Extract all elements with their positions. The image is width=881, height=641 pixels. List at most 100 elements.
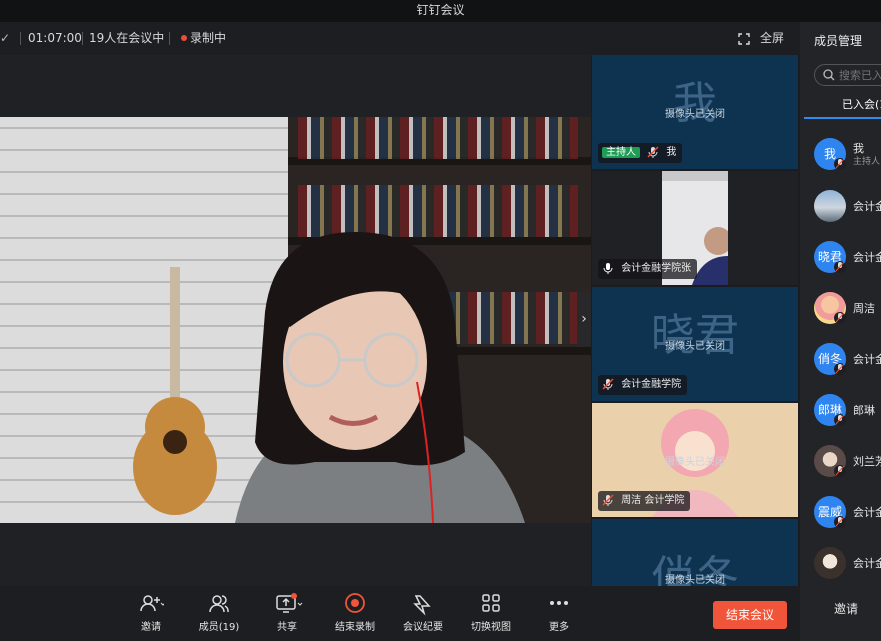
divider [82,32,83,45]
search-input[interactable] [839,67,881,83]
member-role: 主持人 [853,157,881,167]
camera-off-label: 摄像头已关闭 [665,575,725,586]
recording-dot-icon [181,35,187,41]
participant-tile[interactable]: 摄像头已关闭 周洁 会计学院 [592,403,798,517]
stop-recording-button[interactable]: 结束录制 [334,592,376,638]
member-name: 郎琳 [853,404,875,417]
mic-muted-icon [834,158,846,170]
minutes-button[interactable]: 会议纪要 [402,592,444,638]
main-speaker-video [0,117,591,523]
switch-view-label: 切换视图 [471,622,511,633]
member-name: 会计金融学院 [853,506,881,519]
member-name: 会计金融学院 [853,251,881,264]
invite-label: 邀请 [141,622,161,633]
host-badge: 主持人 [602,147,640,158]
camera-off-label: 摄像头已关闭 [665,109,725,120]
members-label: 成员(19) [198,622,240,633]
member-item[interactable]: 晓君 会计金融学院 [814,241,881,281]
members-button[interactable]: 成员(19) [198,592,240,638]
stop-recording-label: 结束录制 [335,622,375,633]
tile-name-bar: 周洁 会计学院 [598,491,691,511]
share-label: 共享 [277,622,297,633]
share-button[interactable]: 共享 [275,592,303,638]
fullscreen-icon[interactable] [738,33,750,45]
tile-name-bar: 主持人 我 [598,143,683,163]
meeting-duration: 01:07:00 [28,31,82,45]
main-stage [0,55,591,586]
members-icon [209,595,229,613]
participant-tile[interactable]: 晓君 摄像头已关闭 会计金融学院 [592,287,798,401]
avatar [814,547,846,579]
participant-tile[interactable]: 会计金融学院张 [592,171,798,285]
panel-invite-button[interactable]: 邀请 [834,600,858,617]
participant-name: 会计金融学院张 [621,263,692,274]
avatar [814,190,846,222]
add-user-icon [140,595,164,612]
participant-name: 会计金融学院 [621,379,682,390]
divider [20,32,21,45]
more-label: 更多 [549,622,569,633]
end-meeting-button[interactable]: 结束会议 [713,601,787,629]
share-screen-icon [276,593,303,613]
mic-muted-icon [834,414,846,426]
chevron-right-icon[interactable]: › [577,291,591,347]
meeting-info-bar: ✓ 01:07:00 19人在会议中 录制中 全屏 [0,22,800,55]
window-title-bar: 钉钉会议 [0,0,881,22]
window-title: 钉钉会议 [416,3,465,17]
tab-joined[interactable]: 已入会(19) [842,96,881,112]
stop-record-icon [345,593,365,613]
mic-muted-icon [834,312,846,324]
member-search[interactable] [814,64,881,86]
search-icon [823,69,835,81]
more-icon [550,601,568,605]
participant-tiles: 我 摄像头已关闭 主持人 我 会计金融学院张 晓君 摄像头已关闭 会计金融学院 … [592,55,798,586]
mic-muted-icon [834,363,846,375]
camera-off-label: 摄像头已关闭 [665,457,725,468]
panel-title: 成员管理 [814,34,863,48]
member-name: 刘兰芳 [853,455,881,468]
speaker-person-image [235,232,525,523]
member-management-panel: 成员管理 已入会(19) 我 我 主持人 会计金融学院 晓君 会计金融学院 周洁… [800,22,881,641]
participant-tile[interactable]: 我 摄像头已关闭 主持人 我 [592,55,798,169]
tile-background-text: 晓君 [651,310,739,361]
fullscreen-button[interactable]: 全屏 [760,22,784,55]
mic-muted-icon [834,465,846,477]
member-item[interactable]: 周洁 [814,292,881,332]
minutes-label: 会议纪要 [403,622,443,633]
mic-muted-icon [647,146,659,158]
chevron-down-icon[interactable]: ✓ [0,22,10,55]
mic-muted-icon [834,516,846,528]
mic-muted-icon [602,378,614,390]
minutes-icon [413,595,431,616]
mic-muted-icon [834,261,846,273]
member-item[interactable]: 会计金融学院 [814,547,881,587]
mic-muted-icon [602,494,614,506]
divider [169,32,170,45]
participant-name: 我 [666,147,677,158]
member-name: 会计金融学院 [853,200,881,213]
tile-name-bar: 会计金融学院 [598,375,688,395]
participant-tile[interactable]: 俏冬 摄像头已关闭 [592,519,798,586]
camera-off-label: 摄像头已关闭 [665,341,725,352]
member-item[interactable]: 刘兰芳 [814,445,881,485]
switch-view-button[interactable]: 切换视图 [470,592,512,638]
participant-name: 周洁 会计学院 [621,495,685,506]
member-name: 周洁 [853,302,875,315]
meeting-toolbar: 邀请 成员(19) 共享 结束录制 会议纪要 切换视图 更多 结束会议 [0,586,800,641]
recording-status: 录制中 [190,31,227,45]
member-item[interactable]: 我 我 主持人 [814,138,881,178]
mic-icon [603,263,613,274]
member-item[interactable]: 俏冬 会计金融学院 [814,343,881,383]
attendance-count[interactable]: 19人在会议中 [89,22,164,55]
tab-underline [804,117,881,119]
member-item[interactable]: 震威 会计金融学院 [814,496,881,536]
member-item[interactable]: 会计金融学院 [814,190,881,230]
member-item[interactable]: 郎琳 郎琳 [814,394,881,434]
member-name: 会计金融学院 [853,353,881,366]
tile-background-text: 我 [673,78,717,129]
invite-button[interactable]: 邀请 [138,592,164,638]
more-button[interactable]: 更多 [547,592,571,638]
tile-name-bar: 会计金融学院张 [598,259,698,279]
grid-view-icon [482,594,500,612]
member-name: 会计金融学院 [853,557,881,570]
